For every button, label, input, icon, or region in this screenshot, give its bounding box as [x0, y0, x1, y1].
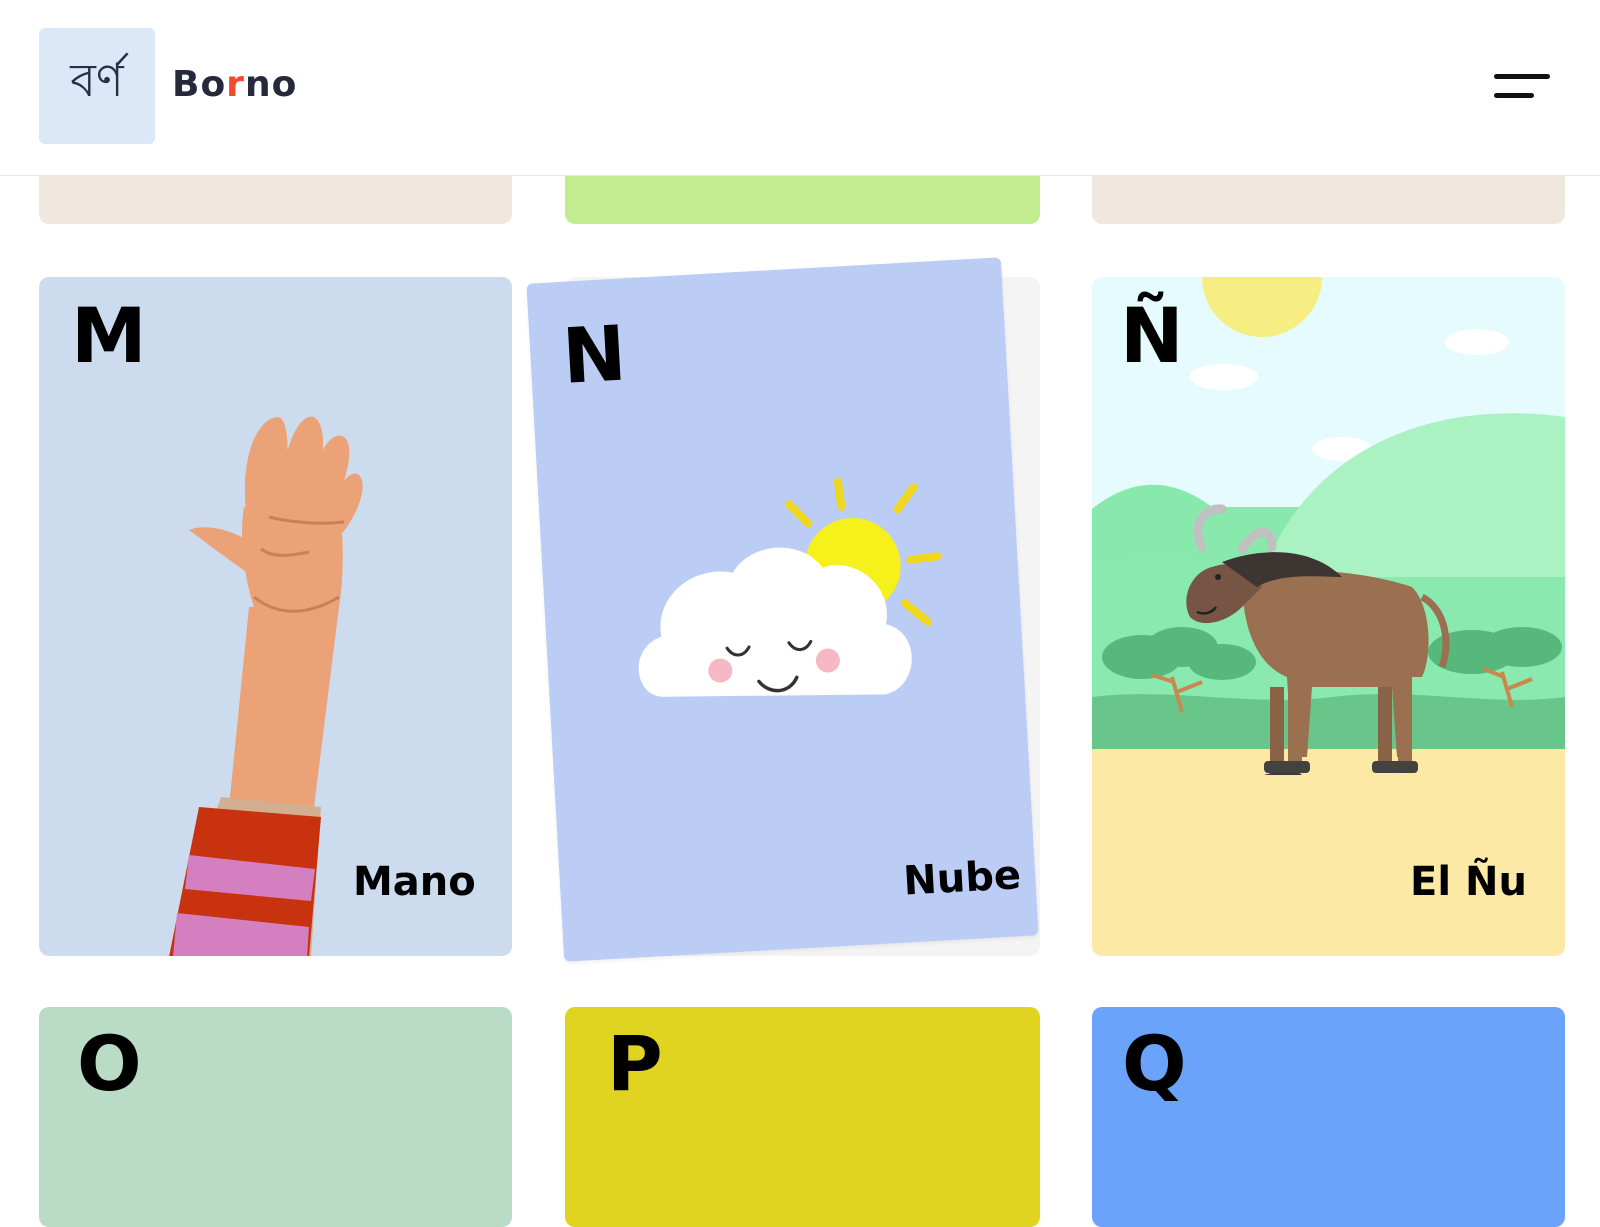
brand-name[interactable]: Borno: [172, 64, 297, 105]
card-letter: M: [71, 291, 147, 380]
logo-glyph: বর্ণ: [70, 53, 124, 107]
logo[interactable]: বর্ণ: [39, 28, 155, 144]
brand-prefix: Bo: [172, 64, 227, 105]
card-letter-o[interactable]: O: [39, 1007, 512, 1227]
previous-card-3[interactable]: [1092, 170, 1565, 224]
menu-bar-top: [1494, 74, 1550, 79]
previous-card-1[interactable]: [39, 170, 512, 224]
card-word: Mano: [353, 859, 476, 905]
card-letter: O: [77, 1019, 142, 1108]
brand-suffix: no: [244, 64, 298, 105]
card-letter-m[interactable]: M Mano: [39, 277, 512, 956]
menu-bar-bottom: [1494, 93, 1534, 98]
card-letter: Ñ: [1120, 291, 1184, 380]
card-word: Nube: [902, 852, 1023, 905]
app-header: বর্ণ Borno: [0, 0, 1600, 176]
hamburger-menu-icon[interactable]: [1488, 66, 1552, 106]
card-letter: Q: [1122, 1019, 1187, 1108]
brand-accent: r: [226, 64, 245, 105]
card-word: El Ñu: [1410, 859, 1527, 905]
card-letter-n[interactable]: N Nube: [526, 257, 1039, 962]
card-letter-p[interactable]: P: [565, 1007, 1040, 1227]
card-letter: N: [560, 308, 629, 401]
previous-card-2[interactable]: [565, 170, 1040, 224]
card-letter-enye[interactable]: Ñ El Ñu: [1092, 277, 1565, 956]
card-letter-q[interactable]: Q: [1092, 1007, 1565, 1227]
card-letter: P: [607, 1019, 663, 1108]
